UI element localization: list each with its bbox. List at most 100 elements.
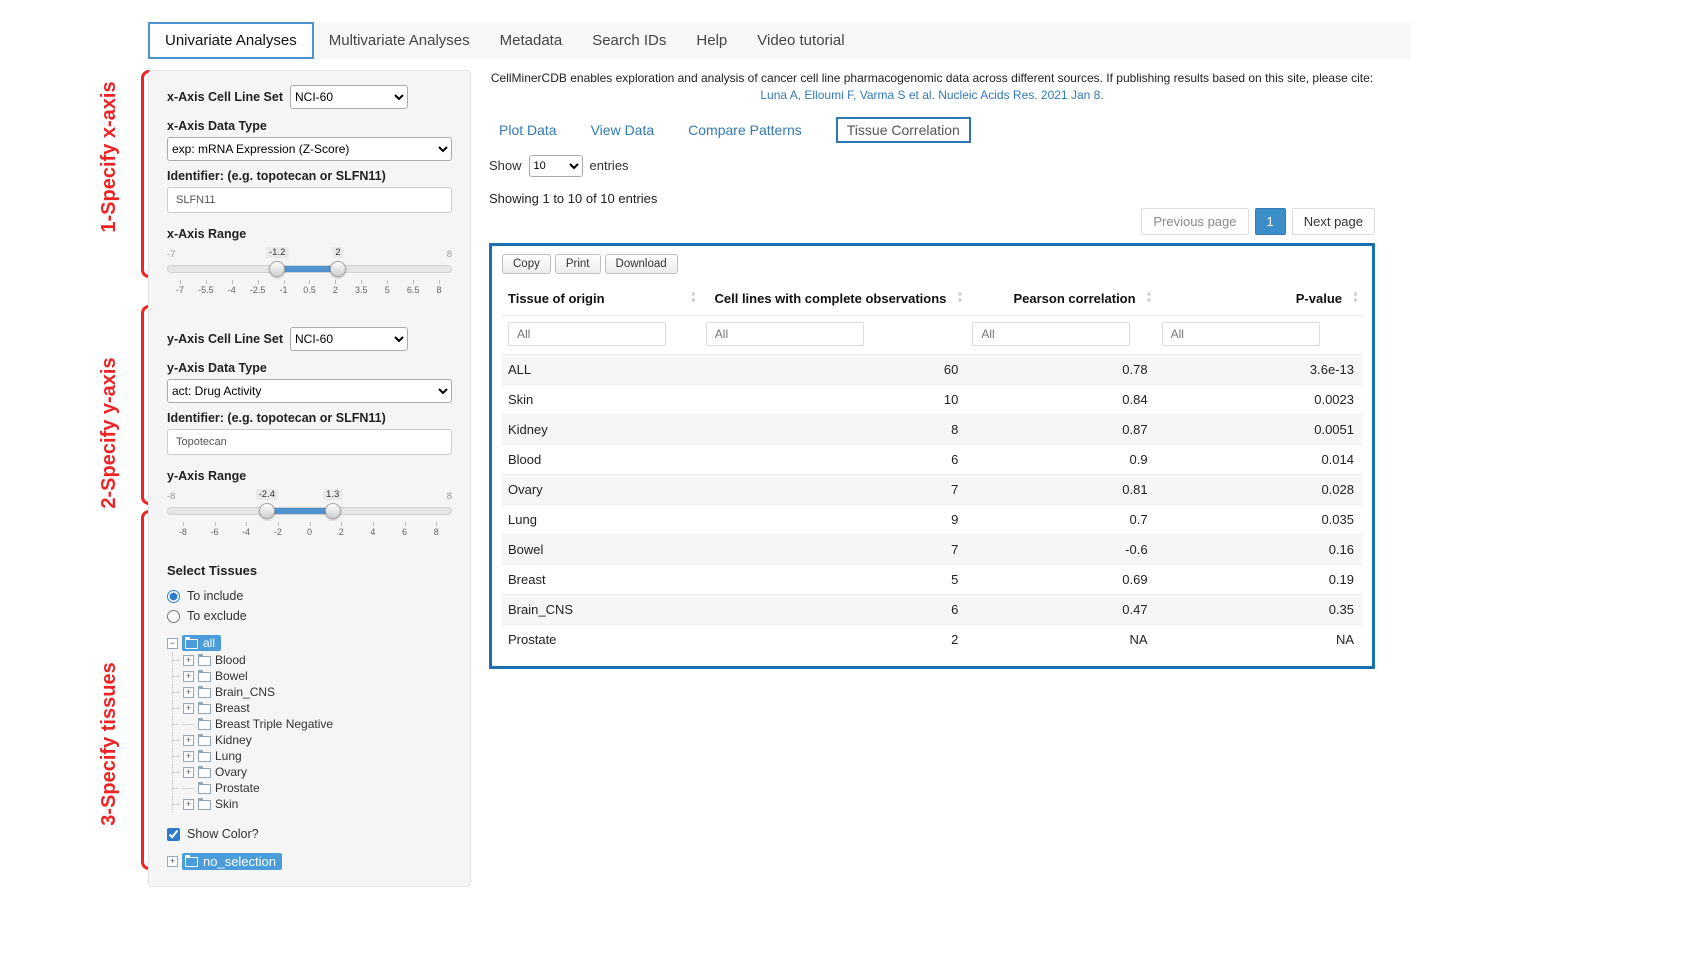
nav-tab-search-ids[interactable]: Search IDs (577, 22, 681, 59)
slider-track[interactable] (167, 507, 452, 515)
column-header[interactable]: Pearson correlation ▲▼ (966, 282, 1155, 316)
copy-button[interactable]: Copy (502, 254, 551, 274)
tree-item[interactable]: + Ovary (173, 764, 452, 780)
column-header[interactable]: Tissue of origin ▲▼ (502, 282, 700, 316)
sort-icon[interactable]: ▲▼ (1352, 292, 1359, 305)
sort-icon[interactable]: ▲▼ (1146, 292, 1153, 305)
expand-icon[interactable]: + (183, 671, 194, 682)
slider-handle-high[interactable] (325, 503, 341, 519)
x-identifier-input[interactable] (167, 187, 452, 213)
y-range-label: y-Axis Range (167, 469, 452, 483)
nav-tab-video-tutorial[interactable]: Video tutorial (742, 22, 859, 59)
result-tab-plot-data[interactable]: Plot Data (499, 122, 557, 138)
column-filter-input[interactable] (706, 322, 864, 346)
expand-icon[interactable]: + (183, 655, 194, 666)
tree-node-no-selection-label: no_selection (203, 854, 276, 869)
table-cell: 0.014 (1156, 444, 1362, 474)
nav-tab-help[interactable]: Help (681, 22, 742, 59)
table-row[interactable]: Skin100.840.0023 (502, 384, 1362, 414)
expand-icon[interactable]: + (183, 751, 194, 762)
print-button[interactable]: Print (555, 254, 601, 274)
pagination: Previous page 1 Next page (489, 208, 1375, 235)
y-axis-range-slider[interactable]: -8 8 -2.4 1.3 -8-6-4-202468 (167, 491, 452, 543)
show-color-checkbox[interactable] (167, 828, 180, 841)
folder-icon (198, 704, 211, 714)
entries-select[interactable]: 10 (529, 155, 583, 177)
column-filter-input[interactable] (972, 322, 1130, 346)
tree-connector (173, 804, 179, 805)
tree-item[interactable]: + Brain_CNS (173, 684, 452, 700)
tree-item[interactable]: + Skin (173, 796, 452, 812)
result-tab-tissue-correlation[interactable]: Tissue Correlation (836, 117, 971, 143)
table-cell: 6 (700, 594, 967, 624)
table-row[interactable]: Brain_CNS60.470.35 (502, 594, 1362, 624)
x-cell-line-set-select[interactable]: NCI-60 (290, 85, 408, 109)
column-header-label: Pearson correlation (1013, 291, 1135, 306)
citation-link[interactable]: Luna A, Elloumi F, Varma S et al. Nuclei… (760, 88, 1103, 102)
table-row[interactable]: Breast50.690.19 (502, 564, 1362, 594)
column-filter-input[interactable] (1162, 322, 1320, 346)
tree-item[interactable]: + Lung (173, 748, 452, 764)
tree-node-all[interactable]: all (182, 635, 221, 651)
show-color-row[interactable]: Show Color? (167, 824, 452, 844)
sort-icon[interactable]: ▲▼ (956, 292, 963, 305)
tree-item[interactable]: Breast Triple Negative (173, 716, 452, 732)
tree-item[interactable]: + Blood (173, 652, 452, 668)
result-tab-view-data[interactable]: View Data (591, 122, 655, 138)
tree-item-label: Brain_CNS (215, 685, 275, 699)
tree-item[interactable]: Prostate (173, 780, 452, 796)
expand-icon[interactable]: + (167, 856, 178, 867)
column-header[interactable]: Cell lines with complete observations ▲▼ (700, 282, 967, 316)
nav-tab-metadata[interactable]: Metadata (485, 22, 578, 59)
table-row[interactable]: Blood60.90.014 (502, 444, 1362, 474)
expand-icon[interactable] (183, 724, 194, 725)
column-header[interactable]: P-value ▲▼ (1156, 282, 1362, 316)
slider-handle-high[interactable] (330, 261, 346, 277)
previous-page-button[interactable]: Previous page (1141, 208, 1248, 235)
slider-ticks: -8-6-4-202468 (167, 521, 452, 537)
tree-node-no-selection[interactable]: no_selection (182, 853, 282, 870)
x-data-type-select[interactable]: exp: mRNA Expression (Z-Score) (167, 137, 452, 161)
tree-item[interactable]: + Breast (173, 700, 452, 716)
slider-track[interactable] (167, 265, 452, 273)
table-row[interactable]: Ovary70.810.028 (502, 474, 1362, 504)
y-data-type-select[interactable]: act: Drug Activity (167, 379, 452, 403)
tree-item[interactable]: + Bowel (173, 668, 452, 684)
column-filter-input[interactable] (508, 322, 666, 346)
nav-tab-multivariate-analyses[interactable]: Multivariate Analyses (314, 22, 485, 59)
expand-icon[interactable] (183, 788, 194, 789)
next-page-button[interactable]: Next page (1292, 208, 1375, 235)
slider-handle-low[interactable] (259, 503, 275, 519)
slider-tick: -2 (262, 521, 294, 537)
folder-icon (198, 720, 211, 730)
expand-icon[interactable]: + (183, 767, 194, 778)
expand-icon[interactable]: + (183, 799, 194, 810)
result-tab-compare-patterns[interactable]: Compare Patterns (688, 122, 802, 138)
annotation-step3: 3-Specify tissues (98, 634, 126, 854)
expand-icon[interactable]: + (183, 735, 194, 746)
sort-icon[interactable]: ▲▼ (690, 292, 697, 305)
expand-icon[interactable]: + (183, 703, 194, 714)
slider-handle-low[interactable] (269, 261, 285, 277)
y-cell-line-set-select[interactable]: NCI-60 (290, 327, 408, 351)
exclude-radio[interactable] (167, 610, 180, 623)
exclude-radio-row[interactable]: To exclude (167, 606, 452, 626)
nav-tab-univariate-analyses[interactable]: Univariate Analyses (148, 22, 314, 59)
tree-item[interactable]: + Kidney (173, 732, 452, 748)
table-row[interactable]: Bowel7-0.60.16 (502, 534, 1362, 564)
tree-connector (173, 660, 179, 661)
table-row[interactable]: Kidney80.870.0051 (502, 414, 1362, 444)
table-row[interactable]: Lung90.70.035 (502, 504, 1362, 534)
include-radio-row[interactable]: To include (167, 586, 452, 606)
table-row[interactable]: Prostate2NANA (502, 624, 1362, 654)
collapse-icon[interactable]: − (167, 638, 178, 649)
table-row[interactable]: ALL600.783.6e-13 (502, 354, 1362, 384)
download-button[interactable]: Download (605, 254, 678, 274)
expand-icon[interactable]: + (183, 687, 194, 698)
include-radio[interactable] (167, 590, 180, 603)
table-cell: 0.7 (966, 504, 1155, 534)
y-identifier-input[interactable] (167, 429, 452, 455)
page-1-button[interactable]: 1 (1255, 208, 1286, 235)
x-axis-range-slider[interactable]: -7 8 -1.2 2 -7-5.5-4-2.5-10.523.556.58 (167, 249, 452, 301)
filter-cell (1156, 315, 1362, 354)
